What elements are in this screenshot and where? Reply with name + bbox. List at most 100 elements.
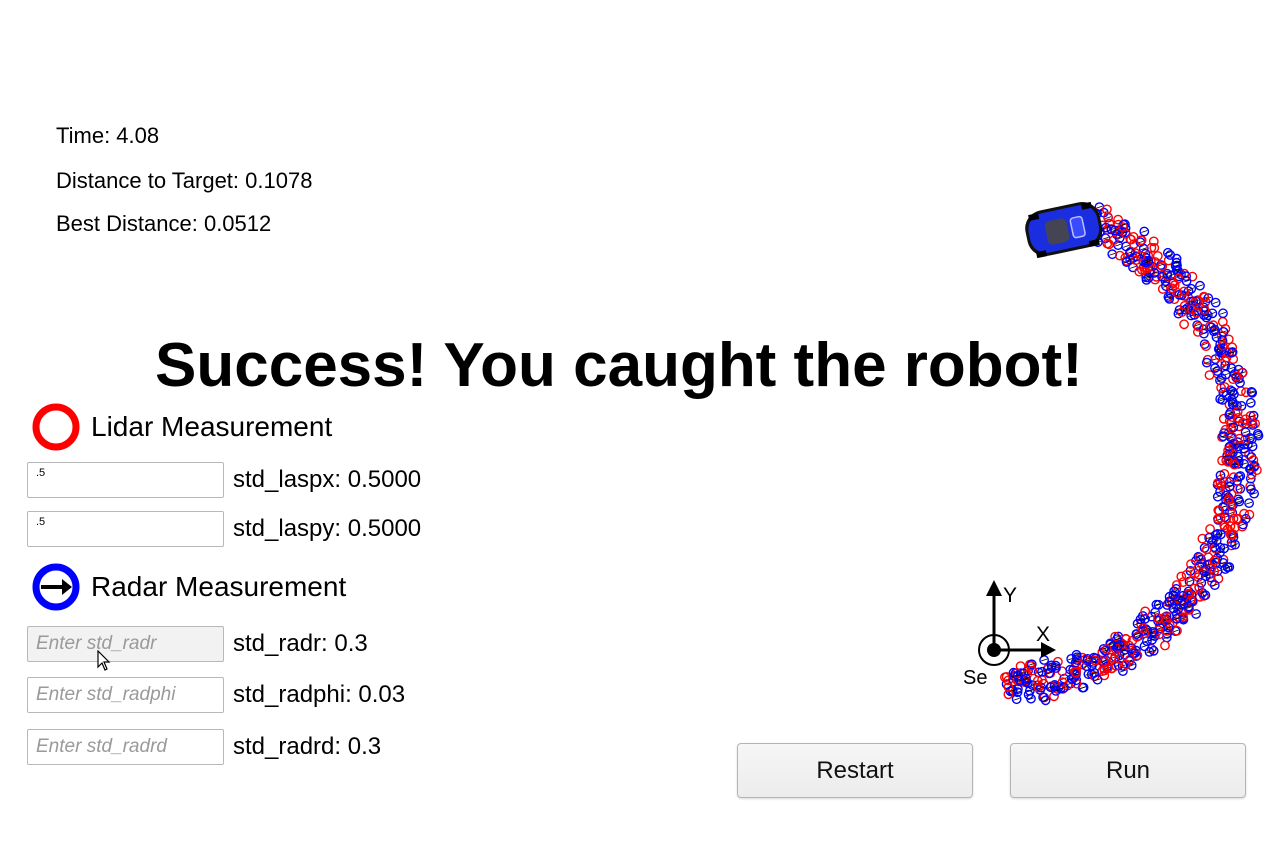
lidar-measurement-marker: [1128, 231, 1139, 242]
radar-measurement-marker: [1120, 219, 1130, 230]
radar-measurement-marker: [1186, 283, 1197, 294]
radar-velocity-tick: [1242, 430, 1249, 434]
lidar-measurement-marker: [1201, 544, 1212, 555]
radar-velocity-tick: [1241, 443, 1248, 446]
radar-measurement-marker: [1224, 455, 1234, 466]
radar-velocity-tick: [1143, 639, 1151, 643]
radar-measurement-marker: [1013, 684, 1023, 695]
radar-measurement-marker: [1195, 280, 1205, 291]
radar-velocity-tick: [1200, 327, 1207, 331]
radar-velocity-tick: [1088, 664, 1096, 667]
radar-measurement-marker: [1100, 233, 1111, 244]
radar-legend: Radar Measurement: [31, 562, 346, 612]
radar-velocity-tick: [1142, 252, 1149, 256]
radar-velocity-tick: [1175, 275, 1183, 278]
radar-velocity-tick: [1214, 532, 1221, 536]
lidar-measurement-marker: [1057, 677, 1068, 687]
radar-legend-label: Radar Measurement: [91, 571, 347, 602]
radar-measurement-marker: [1213, 515, 1224, 525]
radar-measurement-marker: [1246, 464, 1256, 475]
radar-measurement-marker: [1172, 260, 1182, 271]
radar-velocity-tick: [1133, 632, 1140, 636]
radar-velocity-tick: [1185, 289, 1192, 293]
run-button[interactable]: Run: [1010, 743, 1246, 798]
radar-velocity-tick: [1102, 658, 1109, 662]
radar-velocity-tick: [1178, 293, 1185, 297]
radar-velocity-tick: [1221, 505, 1229, 508]
radar-measurement-marker: [1218, 326, 1229, 337]
radar-measurement-marker: [1140, 248, 1151, 259]
radar-velocity-tick: [1067, 668, 1074, 672]
radar-velocity-tick: [1055, 685, 1062, 689]
radar-measurement-marker: [1045, 682, 1056, 693]
std-radphi-input[interactable]: [27, 677, 224, 713]
lidar-measurement-marker: [1192, 295, 1203, 306]
radar-velocity-tick: [1212, 301, 1219, 304]
std-radphi-row: std_radphi: 0.03: [27, 676, 405, 714]
radar-velocity-tick: [1227, 452, 1234, 456]
lidar-measurement-marker: [1003, 675, 1014, 686]
radar-velocity-tick: [1150, 632, 1157, 635]
radar-measurement-marker: [1231, 372, 1242, 383]
radar-velocity-tick: [1254, 432, 1261, 436]
radar-measurement-marker: [1220, 501, 1230, 512]
radar-velocity-tick: [1217, 397, 1224, 401]
std-laspx-input[interactable]: [27, 462, 224, 498]
lidar-measurement-marker: [1219, 522, 1230, 533]
lidar-measurement-marker: [1213, 478, 1223, 488]
radar-measurement-marker: [1184, 304, 1194, 315]
radar-measurement-marker: [1138, 243, 1149, 254]
radar-velocity-tick: [1107, 643, 1114, 646]
std-radrd-input[interactable]: [27, 729, 224, 765]
success-banner: Success! You caught the robot!: [155, 331, 1083, 400]
radar-measurement-marker: [1214, 344, 1225, 355]
radar-measurement-marker: [1177, 596, 1188, 607]
radar-measurement-marker: [1001, 679, 1012, 690]
radar-measurement-marker: [1215, 542, 1226, 553]
radar-measurement-marker: [1199, 310, 1209, 320]
std-radr-input[interactable]: [27, 626, 224, 662]
std-laspy-label: std_laspy: 0.5000: [233, 515, 422, 542]
radar-velocity-tick: [1060, 677, 1068, 680]
x-axis-label: X: [1036, 623, 1050, 646]
radar-velocity-tick: [1052, 664, 1059, 668]
lidar-measurement-marker: [1228, 354, 1239, 364]
restart-button[interactable]: Restart: [737, 743, 973, 798]
sensor-label: Se: [963, 667, 987, 689]
radar-measurement-marker: [1083, 669, 1094, 680]
radar-measurement-marker: [1197, 588, 1208, 598]
radar-velocity-tick: [1245, 501, 1253, 505]
radar-measurement-marker: [1138, 256, 1149, 267]
radar-measurement-marker: [1224, 562, 1235, 572]
radar-measurement-marker: [1171, 609, 1182, 619]
std-laspy-input[interactable]: [27, 511, 224, 547]
radar-measurement-marker: [1168, 590, 1179, 601]
radar-velocity-tick: [1229, 503, 1237, 507]
radar-velocity-tick: [1229, 402, 1236, 406]
radar-velocity-tick: [1199, 591, 1206, 595]
radar-velocity-tick: [1109, 252, 1116, 256]
lidar-measurement-marker: [1168, 278, 1179, 289]
radar-velocity-tick: [1219, 398, 1226, 402]
radar-measurement-marker: [1215, 375, 1225, 386]
radar-measurement-marker: [1164, 591, 1175, 602]
lidar-measurement-marker: [1218, 554, 1229, 565]
radar-velocity-tick: [1010, 680, 1017, 683]
lidar-measurement-marker: [1199, 304, 1210, 315]
radar-velocity-tick: [1057, 687, 1064, 690]
lidar-measurement-marker: [1099, 670, 1110, 681]
radar-velocity-tick: [1130, 256, 1137, 260]
lidar-measurement-marker: [1167, 596, 1177, 607]
radar-velocity-tick: [1200, 313, 1208, 317]
radar-measurement-marker: [1173, 308, 1184, 319]
radar-velocity-tick: [1172, 264, 1179, 268]
radar-measurement-marker: [1125, 247, 1135, 258]
lidar-measurement-marker: [1131, 251, 1142, 262]
lidar-measurement-marker: [1208, 536, 1218, 546]
radar-measurement-marker: [1218, 431, 1229, 442]
lidar-measurement-marker: [1178, 608, 1189, 618]
lidar-measurement-marker: [1179, 268, 1190, 279]
lidar-measurement-marker: [1237, 367, 1248, 378]
radar-measurement-marker: [1219, 512, 1230, 523]
lidar-measurement-marker: [1012, 668, 1023, 678]
